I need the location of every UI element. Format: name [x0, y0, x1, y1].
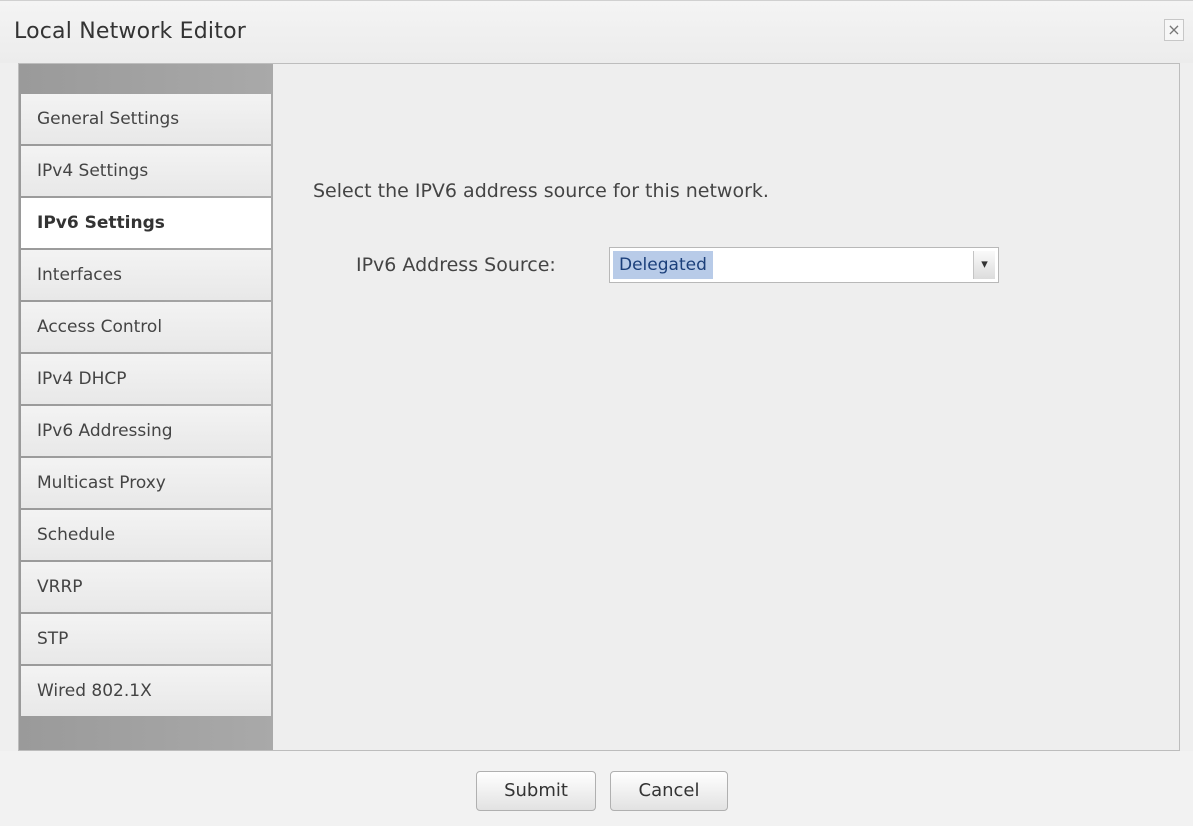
dialog-titlebar: Local Network Editor × [0, 1, 1193, 63]
sidebar-item-ipv4-dhcp[interactable]: IPv4 DHCP [21, 354, 271, 404]
submit-button[interactable]: Submit [476, 771, 596, 811]
address-source-select[interactable]: Delegated ▾ [609, 247, 999, 283]
address-source-selected-value: Delegated [613, 251, 713, 279]
chevron-down-icon[interactable]: ▾ [973, 251, 995, 279]
sidebar-item-interfaces[interactable]: Interfaces [21, 250, 271, 300]
sidebar-item-vrrp[interactable]: VRRP [21, 562, 271, 612]
sidebar-item-stp[interactable]: STP [21, 614, 271, 664]
address-source-label: IPv6 Address Source: [356, 254, 556, 276]
dialog-title: Local Network Editor [14, 19, 246, 44]
sidebar-item-ipv6-addressing[interactable]: IPv6 Addressing [21, 406, 271, 456]
cancel-button[interactable]: Cancel [610, 771, 728, 811]
local-network-editor-dialog: Local Network Editor × General Settings … [0, 0, 1193, 826]
settings-content: Select the IPV6 address source for this … [273, 64, 1179, 750]
sidebar-item-ipv4-settings[interactable]: IPv4 Settings [21, 146, 271, 196]
sidebar-item-access-control[interactable]: Access Control [21, 302, 271, 352]
sidebar-item-schedule[interactable]: Schedule [21, 510, 271, 560]
sidebar: General Settings IPv4 Settings IPv6 Sett… [19, 64, 273, 750]
sidebar-item-wired-8021x[interactable]: Wired 802.1X [21, 666, 271, 716]
editor-panel: General Settings IPv4 Settings IPv6 Sett… [18, 63, 1180, 751]
section-description: Select the IPV6 address source for this … [313, 180, 769, 202]
sidebar-nav: General Settings IPv4 Settings IPv6 Sett… [21, 94, 271, 718]
dialog-footer: Submit Cancel [0, 751, 1193, 826]
close-button[interactable]: × [1164, 19, 1184, 41]
sidebar-item-multicast-proxy[interactable]: Multicast Proxy [21, 458, 271, 508]
sidebar-item-ipv6-settings[interactable]: IPv6 Settings [21, 198, 271, 248]
sidebar-item-general-settings[interactable]: General Settings [21, 94, 271, 144]
